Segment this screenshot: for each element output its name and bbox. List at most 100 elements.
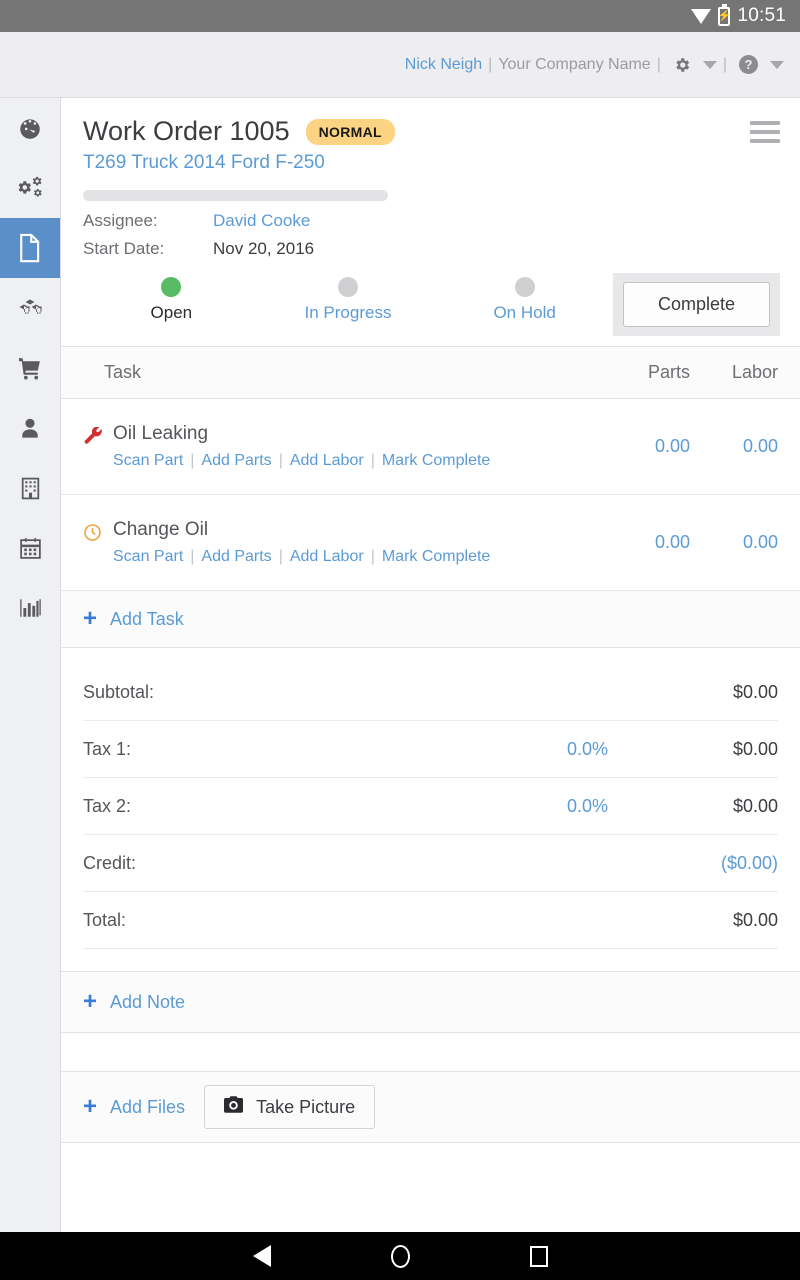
credit-amount[interactable]: ($0.00): [608, 853, 778, 874]
page-body: Work Order 1005 NORMAL T269 Truck 2014 F…: [0, 98, 800, 1232]
add-files-label[interactable]: Add Files: [110, 1097, 185, 1118]
sidebar-item-settings[interactable]: [0, 158, 60, 218]
building-icon: [19, 476, 42, 501]
hamburger-menu-icon[interactable]: [750, 121, 780, 143]
home-icon[interactable]: [391, 1245, 410, 1268]
subtotal-label: Subtotal:: [83, 682, 438, 703]
mark-complete-link[interactable]: Mark Complete: [382, 452, 490, 469]
chevron-down-icon: [703, 61, 717, 69]
plus-icon: +: [83, 990, 97, 1014]
tax1-label: Tax 1:: [83, 739, 438, 760]
add-files-row: + Add Files Take Picture: [61, 1072, 800, 1143]
add-task-button[interactable]: + Add Task: [61, 591, 800, 648]
action-divider: |: [279, 452, 283, 469]
task-parts-value[interactable]: 0.00: [602, 436, 690, 457]
sidebar-item-calendar[interactable]: [0, 518, 60, 578]
scan-part-link[interactable]: Scan Part: [113, 452, 183, 469]
mark-complete-link[interactable]: Mark Complete: [382, 548, 490, 565]
tax2-percent[interactable]: 0.0%: [438, 796, 608, 817]
status-step-open[interactable]: Open: [83, 277, 260, 323]
task-parts-value[interactable]: 0.00: [602, 532, 690, 553]
user-icon: [19, 416, 41, 441]
task-labor-value[interactable]: 0.00: [690, 436, 778, 457]
column-header-parts: Parts: [602, 362, 690, 383]
start-date-row: Start Date: Nov 20, 2016: [83, 235, 780, 263]
action-divider: |: [371, 452, 375, 469]
sidebar-item-reports[interactable]: [0, 578, 60, 638]
status-step-on-hold[interactable]: On Hold: [436, 277, 613, 323]
back-icon[interactable]: [253, 1245, 271, 1267]
priority-badge: NORMAL: [306, 119, 395, 145]
task-body-2: Change Oil Scan Part|Add Parts|Add Labor…: [113, 519, 490, 566]
chevron-down-icon-2: [770, 61, 784, 69]
total-label: Total:: [83, 910, 438, 931]
recents-icon[interactable]: [530, 1246, 548, 1267]
total-row-credit: Credit: ($0.00): [83, 835, 778, 892]
sidebar-item-facilities[interactable]: [0, 458, 60, 518]
task-main-1: Oil Leaking Scan Part | Add Parts | Add Labo…: [83, 423, 602, 470]
task-actions-1: Scan Part|Add Parts|Add Labor|Mark Compl…: [113, 452, 490, 470]
task-body-1: Oil Leaking Scan Part | Add Parts | Add Labo…: [113, 423, 490, 470]
start-date-label: Start Date:: [83, 235, 213, 263]
battery-charging-icon: ⚡: [718, 7, 730, 26]
action-divider: |: [190, 548, 194, 565]
page-bottom-space: [61, 1143, 800, 1205]
settings-menu[interactable]: [673, 56, 717, 74]
task-name: Oil Leaking: [113, 423, 490, 445]
bar-chart-icon: [18, 596, 43, 620]
topbar-separator-1: |: [488, 56, 492, 74]
add-note-button[interactable]: + Add Note: [61, 971, 800, 1033]
gears-icon: [17, 175, 43, 201]
sidebar-item-work-orders[interactable]: [0, 218, 60, 278]
tax2-amount: $0.00: [608, 796, 778, 817]
task-main-2: Change Oil Scan Part|Add Parts|Add Labor…: [83, 519, 602, 566]
totals-bottom-gap: [83, 949, 778, 971]
take-picture-button[interactable]: Take Picture: [204, 1085, 375, 1129]
gear-icon: [673, 56, 691, 74]
dashboard-gauge-icon: [17, 115, 43, 141]
status-bar-clock: 10:51: [737, 5, 786, 27]
credit-label: Credit:: [83, 853, 438, 874]
work-order-progress-bar: [83, 190, 388, 201]
help-menu[interactable]: ?: [739, 55, 784, 74]
sidebar-item-purchasing[interactable]: [0, 338, 60, 398]
add-labor-link[interactable]: Add Labor: [290, 452, 364, 469]
complete-button[interactable]: Complete: [623, 282, 770, 327]
add-parts-link[interactable]: Add Parts: [201, 452, 271, 469]
scan-part-link[interactable]: Scan Part: [113, 548, 183, 565]
topbar-separator-3: |: [723, 56, 727, 74]
total-row-total: Total: $0.00: [83, 892, 778, 949]
android-status-bar: ⚡ 10:51: [0, 0, 800, 32]
total-row-subtotal: Subtotal: $0.00: [83, 664, 778, 721]
status-dot-in-progress: [338, 277, 358, 297]
sidebar-item-dashboard[interactable]: [0, 98, 60, 158]
add-task-label: Add Task: [110, 609, 184, 630]
current-user-link[interactable]: Nick Neigh: [405, 56, 482, 74]
add-parts-link[interactable]: Add Parts: [201, 548, 271, 565]
clock-icon: [83, 519, 113, 566]
sidebar-item-inventory[interactable]: [0, 278, 60, 338]
plus-icon: +: [83, 607, 97, 631]
action-divider: |: [371, 548, 375, 565]
status-label-open: Open: [83, 303, 260, 323]
android-nav-bar: [0, 1232, 800, 1280]
assignee-value[interactable]: David Cooke: [213, 207, 310, 235]
action-divider: |: [279, 548, 283, 565]
sidebar-item-contacts[interactable]: [0, 398, 60, 458]
add-note-label: Add Note: [110, 992, 185, 1013]
total-row-tax2: Tax 2: 0.0% $0.00: [83, 778, 778, 835]
status-label-on-hold: On Hold: [436, 303, 613, 323]
main-content: Work Order 1005 NORMAL T269 Truck 2014 F…: [61, 98, 800, 1232]
asset-link[interactable]: T269 Truck 2014 Ford F-250: [83, 152, 780, 174]
task-labor-value[interactable]: 0.00: [690, 532, 778, 553]
status-dot-on-hold: [515, 277, 535, 297]
complete-button-wrap: Complete: [613, 273, 780, 336]
status-step-in-progress[interactable]: In Progress: [260, 277, 437, 323]
hamburger-bar-3: [750, 139, 780, 143]
work-order-title-row: Work Order 1005 NORMAL: [83, 116, 780, 147]
topbar-separator-2: |: [657, 56, 661, 74]
camera-icon: [224, 1096, 243, 1118]
subtotal-amount: $0.00: [608, 682, 778, 703]
tax1-percent[interactable]: 0.0%: [438, 739, 608, 760]
add-labor-link[interactable]: Add Labor: [290, 548, 364, 565]
